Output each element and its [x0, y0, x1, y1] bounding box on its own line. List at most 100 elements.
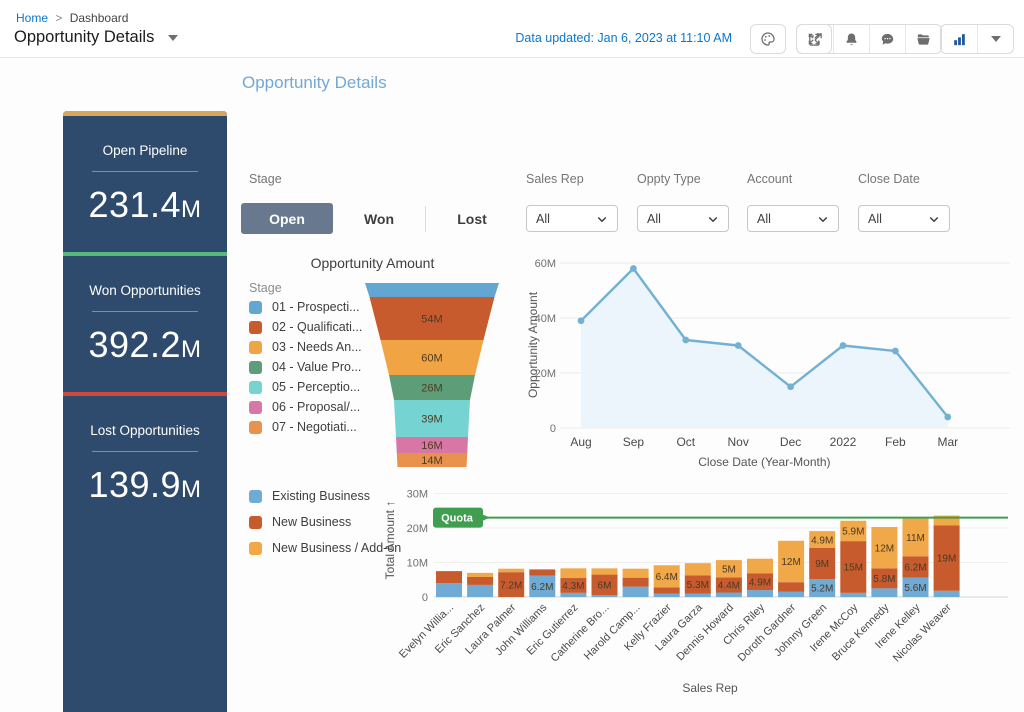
bar-segment-value: 6.2M: [531, 582, 553, 593]
bar-legend-item[interactable]: New Business / Add-on: [249, 541, 401, 555]
notifications-button[interactable]: [833, 25, 869, 53]
bar-legend-item[interactable]: New Business: [249, 515, 401, 529]
bar-segment[interactable]: [685, 563, 711, 575]
bar-irene-mccoy[interactable]: 15M5.9M: [840, 521, 866, 597]
annotations-button[interactable]: [869, 25, 905, 53]
chart-type-caret-button[interactable]: [977, 25, 1013, 53]
bar-segment[interactable]: [778, 582, 804, 592]
sales-rep-select[interactable]: All: [526, 205, 618, 232]
x-tick-label: Aug: [570, 435, 591, 449]
bar-segment[interactable]: [467, 573, 493, 577]
bar-segment[interactable]: [871, 588, 897, 597]
bar-segment[interactable]: [592, 595, 618, 597]
data-point[interactable]: [735, 342, 742, 349]
funnel-legend-item[interactable]: 02 - Qualificati...: [249, 320, 362, 334]
legend-swatch-icon: [249, 516, 262, 529]
stage-option-won[interactable]: Won: [333, 203, 425, 234]
funnel-legend-item[interactable]: 03 - Needs An...: [249, 340, 362, 354]
funnel-segment-value: 16M: [421, 440, 442, 452]
kpi-accent-bar-lost: [63, 392, 227, 396]
chart-type-button[interactable]: [941, 25, 977, 53]
legend-swatch-icon: [249, 490, 262, 503]
bar-segment[interactable]: [436, 571, 462, 583]
bar-segment[interactable]: [654, 587, 680, 593]
funnel-legend-item[interactable]: 07 - Negotiati...: [249, 420, 362, 434]
title-caret-down-icon[interactable]: [168, 35, 178, 41]
bar-segment[interactable]: [623, 578, 649, 587]
bar-segment[interactable]: [778, 592, 804, 597]
bar-segment[interactable]: [436, 583, 462, 597]
bar-dennis-howard[interactable]: 4.4M5M: [716, 560, 742, 597]
bar-segment[interactable]: [467, 577, 493, 585]
bar-doroth-gardner[interactable]: 12M: [778, 541, 804, 597]
bar-segment[interactable]: [747, 590, 773, 597]
bar-segment[interactable]: [747, 559, 773, 573]
stage-option-open[interactable]: Open: [241, 203, 333, 234]
data-point[interactable]: [578, 317, 585, 324]
oppty-type-select[interactable]: All: [637, 205, 729, 232]
bar-johnny-green[interactable]: 5.2M9M4.9M: [809, 531, 835, 597]
funnel-legend-item[interactable]: 05 - Perceptio...: [249, 380, 362, 394]
funnel-segment-value: 14M: [421, 455, 442, 467]
funnel-legend-item[interactable]: 04 - Value Pro...: [249, 360, 362, 374]
bar-segment[interactable]: [685, 594, 711, 597]
share-icon: [807, 31, 824, 48]
bar-nicolas-weaver[interactable]: 19M: [934, 516, 960, 597]
bar-evelyn-willia---[interactable]: [436, 571, 462, 597]
legend-swatch-icon: [249, 401, 262, 414]
bar-bruce-kennedy[interactable]: 5.8M12M: [871, 527, 897, 597]
bar-laura-garza[interactable]: 5.3M: [685, 563, 711, 597]
data-point[interactable]: [892, 348, 899, 355]
bar-eric-gutierrez[interactable]: 4.3M: [560, 568, 586, 597]
palette-button[interactable]: [750, 24, 786, 54]
bar-segment[interactable]: [560, 568, 586, 578]
bar-segment[interactable]: [934, 591, 960, 597]
account-filter-label: Account: [747, 172, 792, 186]
bar-segment[interactable]: [654, 594, 680, 597]
close-date-filter-label: Close Date: [858, 172, 920, 186]
bar-chris-riley[interactable]: 4.9M: [747, 559, 773, 597]
bar-catherine-bro---[interactable]: 6M: [592, 568, 618, 597]
bar-segment[interactable]: [498, 569, 524, 572]
bar-segment[interactable]: [623, 569, 649, 578]
bar-segment[interactable]: [716, 593, 742, 597]
bar-segment[interactable]: [592, 568, 618, 574]
data-point[interactable]: [630, 265, 637, 272]
funnel-legend-item[interactable]: 01 - Prospecti...: [249, 300, 362, 314]
bar-segment[interactable]: [560, 593, 586, 597]
funnel-legend-item[interactable]: 06 - Proposal/...: [249, 400, 362, 414]
data-point[interactable]: [840, 342, 847, 349]
bar-segment[interactable]: [840, 593, 866, 597]
account-select[interactable]: All: [747, 205, 839, 232]
stage-toggle: Open Won Lost: [241, 203, 518, 234]
bar-segment-value: 9M: [815, 559, 829, 570]
bar-irene-kelley[interactable]: 5.6M6.2M11M: [903, 518, 929, 597]
quota-flag-label: Quota: [441, 513, 474, 525]
kpi-divider: [92, 171, 198, 172]
close-date-select[interactable]: All: [858, 205, 950, 232]
save-folder-button[interactable]: [905, 25, 941, 53]
bar-segment[interactable]: [467, 585, 493, 597]
dashboard-heading: Opportunity Details: [242, 73, 387, 93]
stage-option-lost[interactable]: Lost: [426, 203, 518, 234]
legend-label: New Business: [272, 515, 351, 529]
funnel-segment[interactable]: [365, 283, 499, 297]
bar-segment[interactable]: [623, 587, 649, 597]
bar-segment[interactable]: [529, 569, 555, 575]
bar-legend-item[interactable]: Existing Business: [249, 489, 401, 503]
bar-harold-camp---[interactable]: [623, 569, 649, 597]
breadcrumb-home-link[interactable]: Home: [16, 11, 48, 25]
share-button[interactable]: [797, 25, 833, 53]
bar-segment-value: 5.3M: [687, 580, 709, 591]
breadcrumb-current[interactable]: Dashboard: [70, 11, 129, 25]
bar-kelly-frazier[interactable]: 6.4M: [654, 565, 680, 597]
funnel-segment-value: 26M: [421, 383, 442, 395]
bar-john-williams[interactable]: 6.2M: [529, 569, 555, 597]
data-point[interactable]: [787, 383, 794, 390]
bar-eric-sanchez[interactable]: [467, 573, 493, 597]
bar-laura-palmer[interactable]: 7.2M: [498, 569, 524, 597]
folder-icon: [915, 31, 932, 48]
data-point[interactable]: [682, 337, 689, 344]
funnel-legend: 01 - Prospecti... 02 - Qualificati... 03 -…: [249, 300, 362, 434]
data-point[interactable]: [944, 414, 951, 421]
